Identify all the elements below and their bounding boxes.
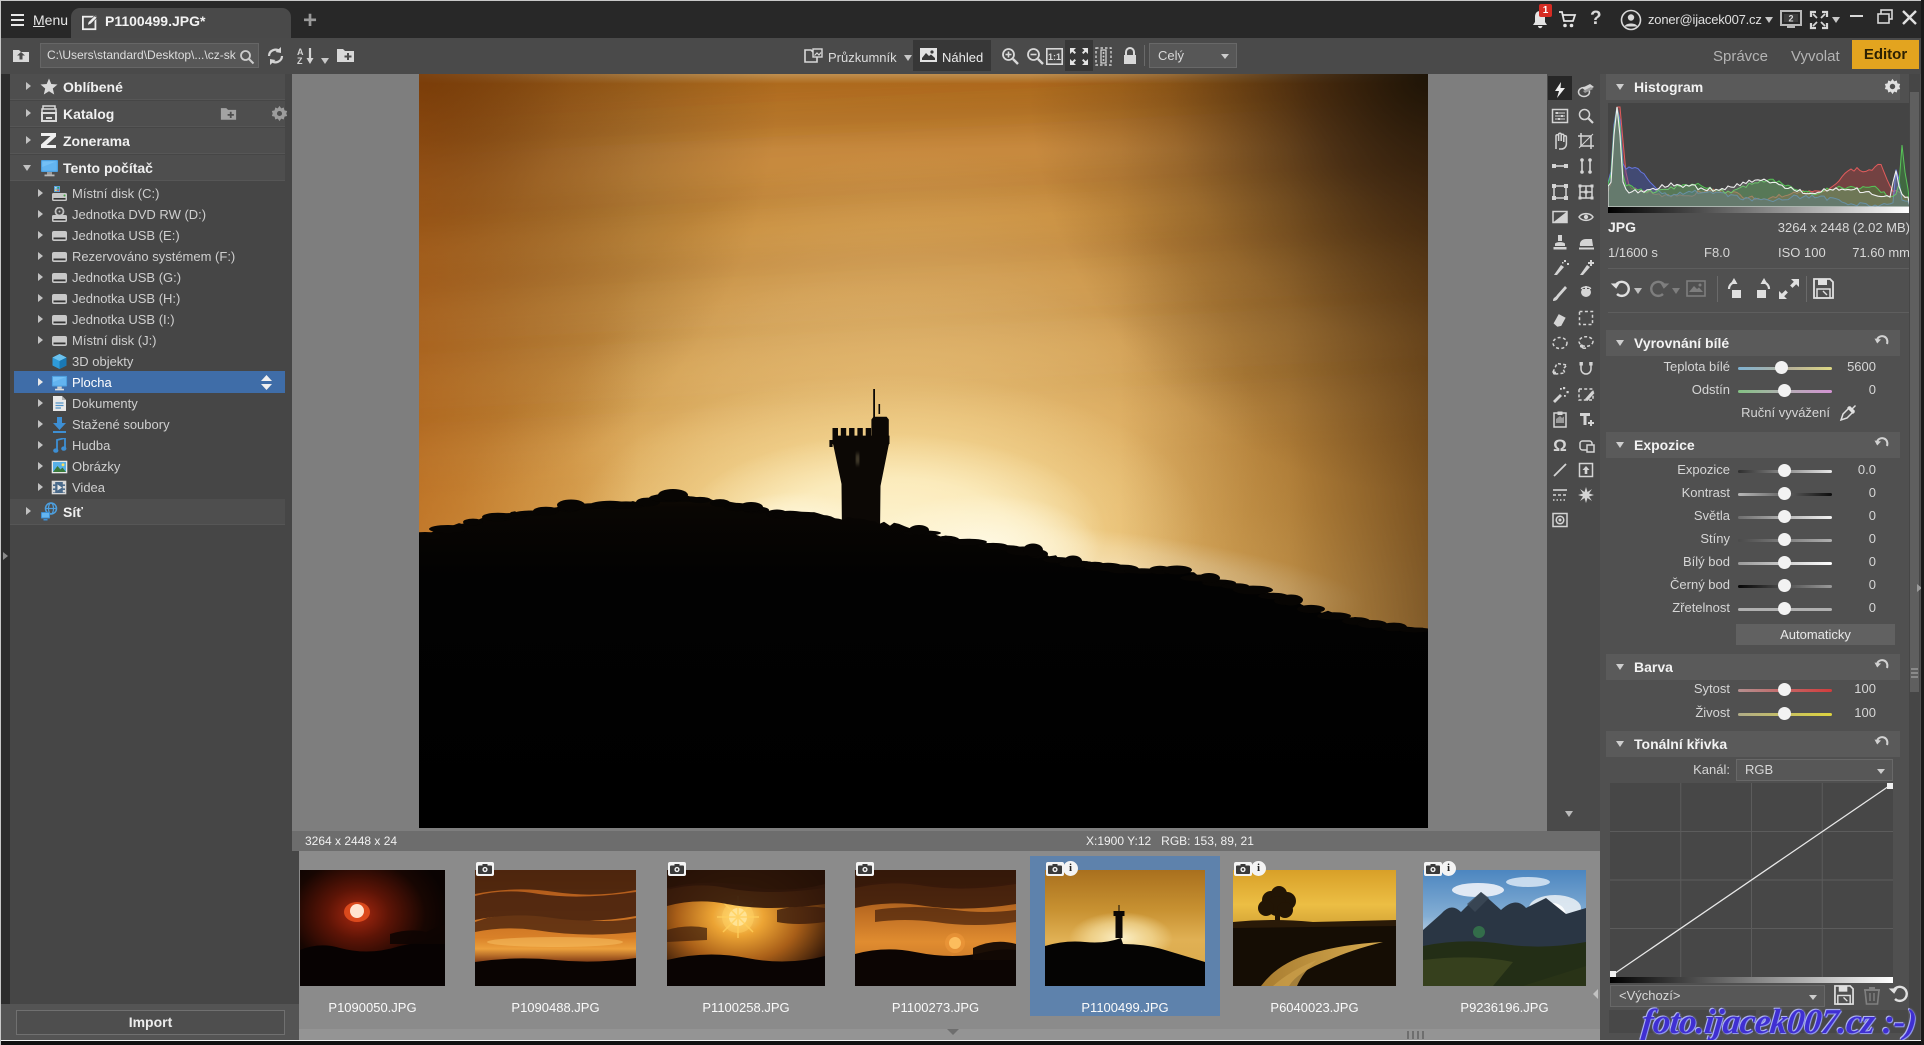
svg-text:2: 2	[1788, 14, 1793, 24]
svg-text:Ω: Ω	[1553, 436, 1567, 454]
svg-text:1:1: 1:1	[1048, 52, 1061, 62]
svg-text:Z: Z	[297, 56, 303, 65]
